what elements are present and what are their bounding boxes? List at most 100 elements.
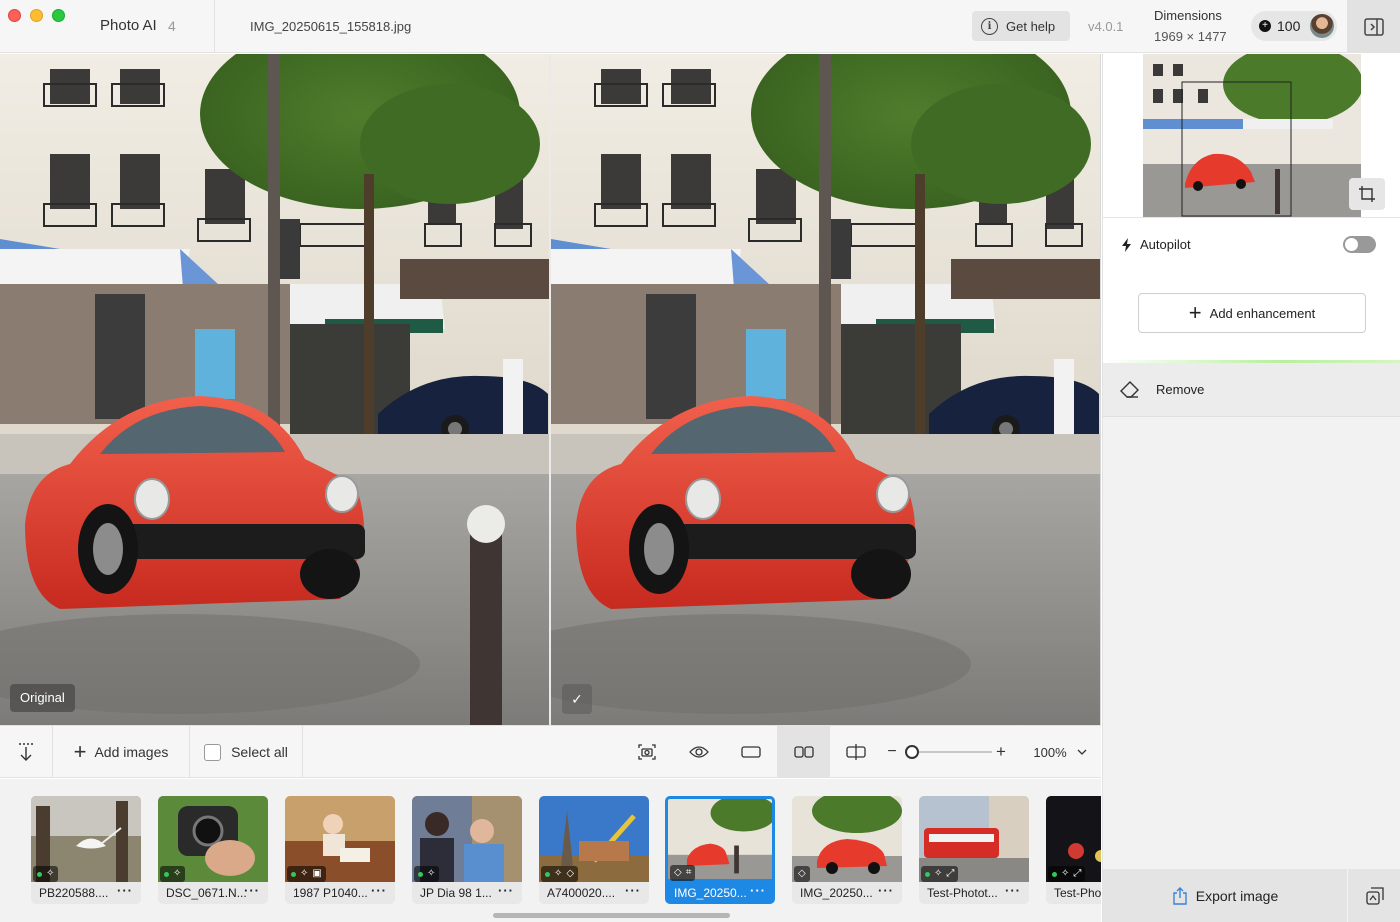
version-label: v4.0.1 — [1088, 19, 1124, 34]
original-badge: Original — [10, 684, 75, 712]
status-dot-icon — [925, 871, 930, 877]
filmstrip-scrollbar[interactable] — [493, 913, 730, 918]
window-maximize-button[interactable] — [52, 9, 65, 22]
more-options-icon[interactable]: ··· — [498, 883, 514, 898]
lightning-icon — [1122, 237, 1131, 252]
panel-toggle-button[interactable] — [1347, 0, 1400, 53]
snapshot-button[interactable] — [621, 726, 673, 778]
crop-button[interactable] — [1349, 178, 1385, 210]
thumbnail-item[interactable]: ✧ ⤢ Test-Photot... ··· — [919, 796, 1029, 904]
get-help-button[interactable]: i Get help — [972, 11, 1070, 41]
remove-label: Remove — [1156, 382, 1205, 397]
thumbnail-label: IMG_20250... — [800, 886, 873, 900]
sparkle-icon: ✧ — [427, 868, 436, 879]
thumbnail-status-badges: ◇ ⌗ — [670, 865, 696, 881]
thumbnail-item[interactable]: ✧ ◇ A7400020.... ··· — [539, 796, 649, 904]
add-images-button[interactable]: + Add images — [53, 726, 189, 778]
thumbnail-status-badges: ◇ — [794, 866, 810, 882]
import-button[interactable] — [0, 726, 52, 778]
status-dot-icon — [545, 871, 550, 877]
autopilot-label: Autopilot — [1140, 237, 1191, 252]
status-dot-icon — [37, 871, 42, 877]
remove-enhancement-row[interactable]: Remove — [1103, 363, 1400, 417]
thumbnail-item[interactable]: ✧ JP Dia 98 1... ··· — [412, 796, 522, 904]
right-sidebar: Autopilot + Add enhancement Remove Expor… — [1102, 54, 1400, 922]
thumbnail-item[interactable]: ◇ IMG_20250... ··· — [792, 796, 902, 904]
sparkle-icon: ✧ — [934, 868, 943, 879]
select-all-button[interactable]: Select all — [190, 726, 302, 778]
navigator-preview[interactable] — [1143, 54, 1361, 217]
thumbnail-item[interactable]: ✧ ⤢ Test-Pho — [1046, 796, 1101, 904]
more-options-icon[interactable]: ··· — [625, 883, 641, 898]
avatar[interactable] — [1310, 14, 1334, 38]
eraser-icon: ◇ — [566, 868, 575, 879]
eraser-icon — [1120, 380, 1139, 398]
processed-pane[interactable]: ✓ — [551, 54, 1100, 725]
chevron-down-icon — [1077, 749, 1087, 755]
split-view-button[interactable] — [830, 726, 882, 778]
title-divider — [214, 0, 215, 53]
thumbnail-status-badges: ✧ ▣ — [287, 866, 326, 882]
zoom-in-icon[interactable]: + — [993, 726, 1009, 778]
thumbnail-status-badges: ✧ ⤢ — [1048, 866, 1086, 882]
window-close-button[interactable] — [8, 9, 21, 22]
sidebar-divider — [1103, 217, 1400, 218]
processed-check-badge: ✓ — [562, 684, 592, 714]
zoom-slider-handle[interactable] — [905, 745, 919, 759]
download-arrow-icon — [19, 743, 33, 761]
thumbnail-label: Test-Pho — [1054, 886, 1101, 900]
thumbnail-label: IMG_20250... — [674, 886, 747, 900]
zoom-select[interactable]: 100% — [1024, 726, 1096, 778]
split-view-icon — [846, 744, 866, 760]
status-dot-icon — [291, 871, 296, 877]
sparkle-icon: ✧ — [173, 868, 182, 879]
share-export-icon — [1173, 886, 1187, 905]
credits-count: 100 — [1277, 18, 1301, 34]
file-name: IMG_20250615_155818.jpg — [250, 19, 412, 34]
add-enhancement-button[interactable]: + Add enhancement — [1138, 293, 1366, 333]
zoom-out-icon[interactable]: − — [884, 726, 900, 778]
more-options-icon[interactable]: ··· — [117, 883, 133, 898]
processed-image — [551, 54, 1100, 725]
side-by-side-icon — [793, 746, 814, 758]
select-all-checkbox[interactable] — [204, 743, 222, 761]
thumbnail-label: 1987 P1040... — [293, 886, 368, 900]
original-pane[interactable]: Original — [0, 54, 549, 725]
select-all-label: Select all — [231, 744, 288, 760]
camera-focus-icon — [638, 744, 656, 760]
autopilot-row: Autopilot — [1121, 237, 1191, 252]
sparkle-icon: ✧ — [554, 868, 563, 879]
more-options-icon[interactable]: ··· — [244, 883, 260, 898]
upscale-icon: ⤢ — [946, 868, 955, 879]
more-options-icon[interactable]: ··· — [878, 883, 894, 898]
thumbnail-label: PB220588.... — [39, 886, 109, 900]
status-dot-icon — [164, 871, 169, 877]
toolbar-divider — [302, 726, 303, 778]
more-options-icon[interactable]: ··· — [750, 883, 766, 898]
thumbnail-label: DSC_0671.N... — [166, 886, 247, 900]
preview-toggle-button[interactable] — [673, 726, 725, 778]
navigator-image — [1143, 54, 1361, 217]
side-by-side-view-button[interactable] — [777, 726, 830, 778]
window-minimize-button[interactable] — [30, 9, 43, 22]
status-dot-icon — [418, 871, 423, 877]
eraser-icon: ◇ — [674, 867, 682, 878]
export-label: Export image — [1195, 887, 1279, 904]
export-options-button[interactable] — [1348, 869, 1400, 922]
export-image-button[interactable]: Export image — [1103, 869, 1347, 922]
single-view-button[interactable] — [725, 726, 777, 778]
image-compare-view[interactable]: Original ✓ — [0, 54, 1101, 725]
thumbnail-item[interactable]: ✧ PB220588.... ··· — [31, 796, 141, 904]
thumbnail-item[interactable]: ✧ ▣ 1987 P1040... ··· — [285, 796, 395, 904]
thumbnail-label: Test-Photot... — [927, 886, 998, 900]
thumbnail-item-selected[interactable]: ◇ ⌗ IMG_20250... ··· — [665, 796, 775, 904]
more-options-icon[interactable]: ··· — [371, 883, 387, 898]
crop-icon: ⌗ — [685, 867, 692, 878]
thumbnail-label: JP Dia 98 1... — [420, 886, 492, 900]
face-scan-icon: ▣ — [312, 868, 322, 879]
sparkle-icon: ✧ — [300, 868, 309, 879]
more-options-icon[interactable]: ··· — [1005, 883, 1021, 898]
autopilot-toggle[interactable] — [1343, 236, 1376, 253]
thumbnail-item[interactable]: ✧ DSC_0671.N... ··· — [158, 796, 268, 904]
export-settings-icon — [1365, 886, 1384, 905]
